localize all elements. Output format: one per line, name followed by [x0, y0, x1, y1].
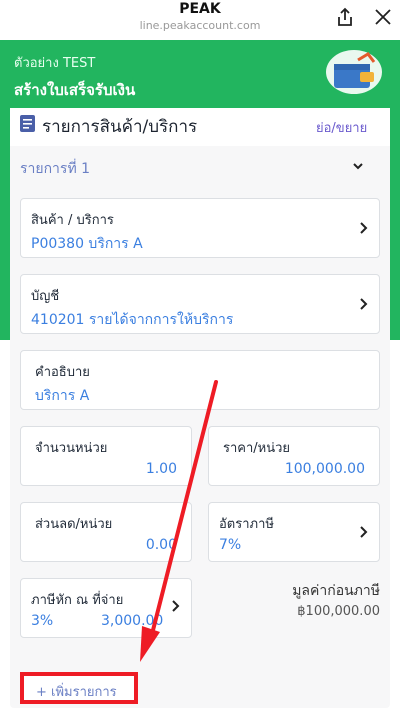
chevron-right-icon [360, 222, 368, 234]
unit-price-value: 100,000.00 [284, 461, 365, 477]
account-field[interactable]: บัญชี 410201 รายได้จากการให้บริการ [20, 274, 380, 334]
document-list-icon [20, 115, 35, 132]
discount-field[interactable]: ส่วนลด/หน่วย 0.00 [20, 502, 192, 562]
description-field[interactable]: คำอธิบาย บริการ A [20, 350, 380, 410]
share-icon[interactable] [334, 6, 356, 28]
account-value: 410201 รายได้จากการให้บริการ [31, 312, 234, 328]
item-number-label[interactable]: รายการที่ 1 [20, 158, 90, 180]
unit-price-label: ราคา/หน่วย [223, 441, 291, 456]
tax-rate-field[interactable]: อัตราภาษี 7% [208, 502, 380, 562]
withholding-rate: 3% [31, 613, 54, 629]
product-value: P00380 บริการ A [31, 236, 143, 252]
unit-price-field[interactable]: ราคา/หน่วย 100,000.00 [208, 426, 380, 486]
discount-label: ส่วนลด/หน่วย [35, 517, 113, 532]
chevron-right-icon [360, 298, 368, 310]
add-item-button[interactable]: + เพิ่มรายการ [20, 672, 138, 704]
chevron-right-icon [172, 600, 180, 612]
product-field[interactable]: สินค้า / บริการ P00380 บริการ A [20, 198, 380, 258]
pre-tax-value: ฿100,000.00 [297, 604, 380, 619]
wallet-icon [326, 50, 382, 94]
section-title: รายการสินค้า/บริการ [42, 117, 198, 137]
close-icon[interactable] [372, 6, 394, 28]
description-value: บริการ A [35, 388, 90, 404]
page-title: สร้างใบเสร็จรับเงิน [14, 81, 136, 99]
add-item-label: + เพิ่มรายการ [36, 685, 117, 700]
withholding-amount: 3,000.00 [101, 613, 164, 629]
withholding-label: ภาษีหัก ณ ที่จ่าย [31, 593, 124, 608]
chevron-right-icon [360, 526, 368, 538]
pre-tax-label: มูลค่าก่อนภาษี [292, 583, 380, 599]
company-name: ตัวอย่าง TEST [14, 56, 96, 71]
quantity-label: จำนวนหน่วย [35, 441, 108, 456]
account-label: บัญชี [31, 289, 60, 304]
product-label: สินค้า / บริการ [31, 213, 114, 228]
browser-bar: PEAK line.peakaccount.com [0, 0, 400, 40]
withholding-tax-field[interactable]: ภาษีหัก ณ ที่จ่าย 3% 3,000.00 [20, 578, 192, 638]
chevron-down-icon[interactable] [350, 158, 366, 174]
tax-rate-label: อัตราภาษี [219, 517, 274, 532]
collapse-expand-toggle[interactable]: ย่อ/ขยาย [316, 117, 367, 138]
description-label: คำอธิบาย [35, 365, 90, 380]
quantity-value: 1.00 [145, 461, 177, 477]
tax-rate-value: 7% [219, 537, 242, 553]
quantity-field[interactable]: จำนวนหน่วย 1.00 [20, 426, 192, 486]
discount-value: 0.00 [145, 537, 177, 553]
